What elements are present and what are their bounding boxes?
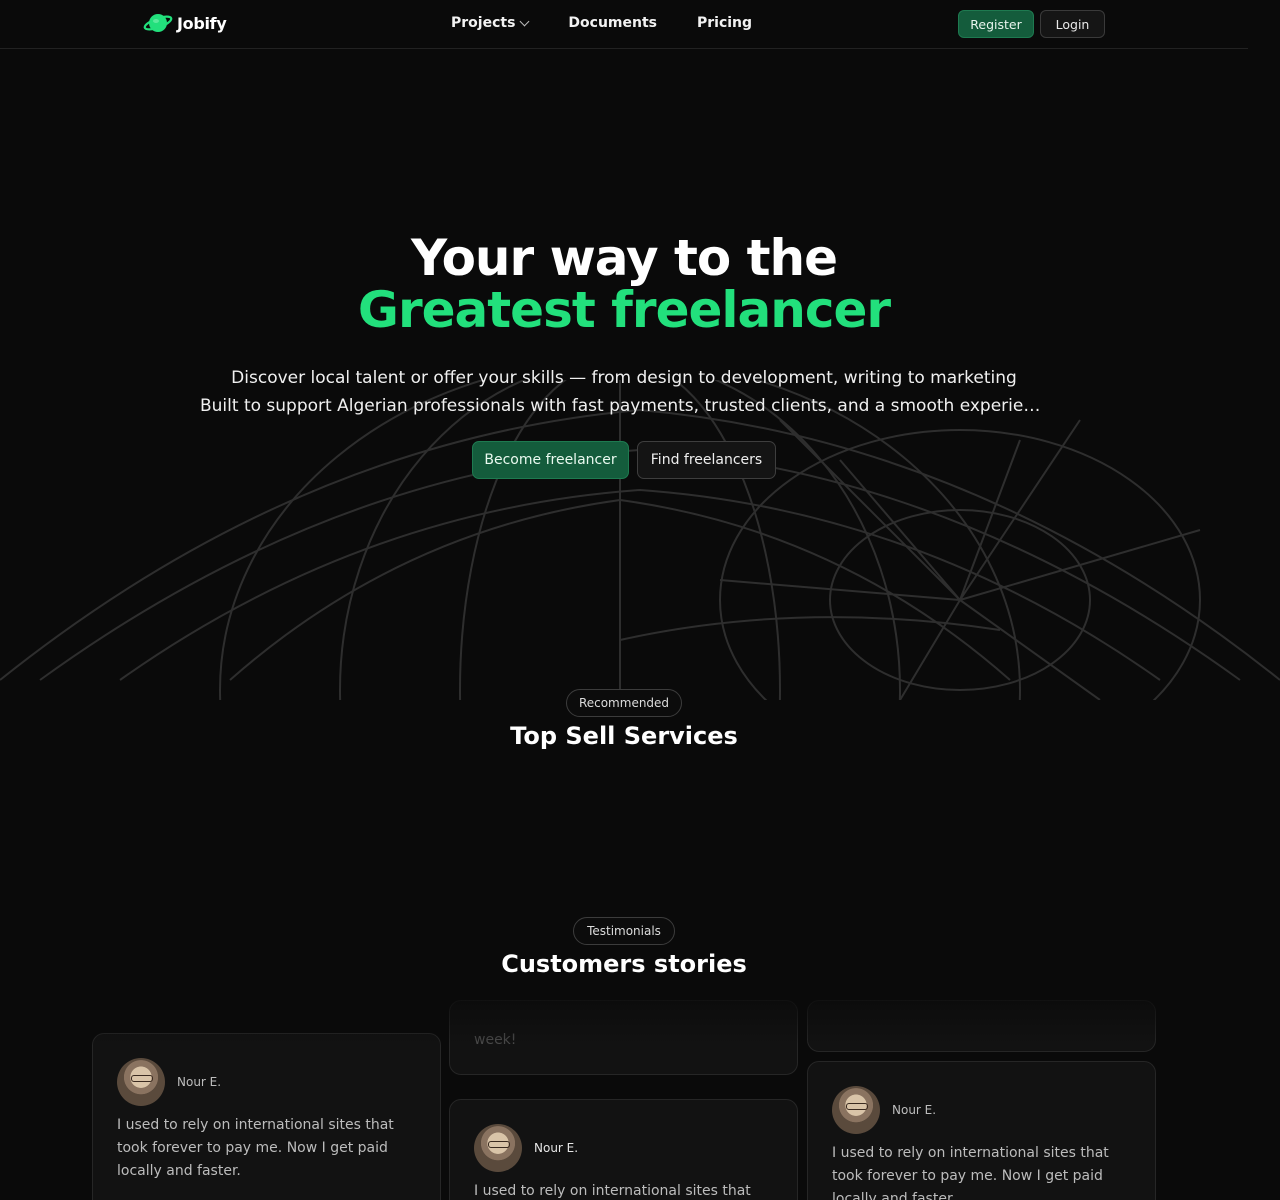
brand-name: Jobify xyxy=(177,13,227,33)
nav-pricing-label: Pricing xyxy=(697,15,753,31)
globe-wireframe-graphic xyxy=(0,380,1280,700)
avatar xyxy=(117,1058,165,1106)
become-freelancer-button[interactable]: Become freelancer xyxy=(472,441,629,479)
planet-logo-icon xyxy=(143,12,173,34)
testimonial-partial-text: week! xyxy=(474,1032,517,1048)
recommended-badge: Recommended xyxy=(566,689,682,717)
testimonial-card: Nour E. I used to rely on international … xyxy=(92,1033,441,1200)
testimonial-card-partial xyxy=(807,1000,1156,1052)
nav-pricing[interactable]: Pricing xyxy=(697,15,752,31)
nav-documents[interactable]: Documents xyxy=(568,15,657,31)
testimonial-author: Nour E. xyxy=(117,1058,221,1106)
nav-documents-label: Documents xyxy=(568,15,657,31)
hero-title-line1: Your way to the xyxy=(410,229,838,287)
hero-title: Your way to the Greatest freelancer xyxy=(0,232,1248,336)
top-navbar: Jobify Projects Documents Pricing Regist… xyxy=(0,0,1248,49)
avatar xyxy=(474,1124,522,1172)
testimonial-quote: I used to rely on international sites th… xyxy=(832,1145,1109,1200)
testimonial-quote: I used to rely on international sites th… xyxy=(474,1183,751,1199)
author-name: Nour E. xyxy=(177,1075,222,1089)
testimonial-card-partial: week! xyxy=(449,1000,798,1075)
testimonial-card: Nour E. I used to rely on international … xyxy=(807,1061,1156,1200)
hero-subtitle: Discover local talent or offer your skil… xyxy=(200,364,1048,420)
avatar xyxy=(832,1086,880,1134)
find-freelancers-button[interactable]: Find freelancers xyxy=(637,441,776,479)
nav-projects[interactable]: Projects xyxy=(451,15,530,31)
logo[interactable]: Jobify xyxy=(143,12,227,34)
chevron-down-icon xyxy=(519,16,530,26)
hero-title-line2: Greatest freelancer xyxy=(357,281,891,339)
hero-subtitle-line2: Built to support Algerian professionals … xyxy=(200,396,1048,416)
testimonials-badge: Testimonials xyxy=(573,917,675,945)
testimonial-card: Nour E. I used to rely on international … xyxy=(449,1099,798,1200)
register-button[interactable]: Register xyxy=(958,10,1034,38)
services-section-title: Top Sell Services xyxy=(510,722,738,750)
author-name: Nour E. xyxy=(534,1141,579,1155)
testimonials-section-title: Customers stories xyxy=(501,950,747,978)
testimonial-quote: I used to rely on international sites th… xyxy=(117,1117,394,1179)
author-name: Nour E. xyxy=(892,1103,937,1117)
nav-projects-label: Projects xyxy=(451,15,516,31)
nav-links: Projects Documents Pricing xyxy=(451,15,752,31)
hero-subtitle-line1: Discover local talent or offer your skil… xyxy=(231,368,1017,388)
testimonial-author: Nour E. xyxy=(474,1124,578,1172)
login-button[interactable]: Login xyxy=(1040,10,1105,38)
testimonial-author: Nour E. xyxy=(832,1086,936,1134)
